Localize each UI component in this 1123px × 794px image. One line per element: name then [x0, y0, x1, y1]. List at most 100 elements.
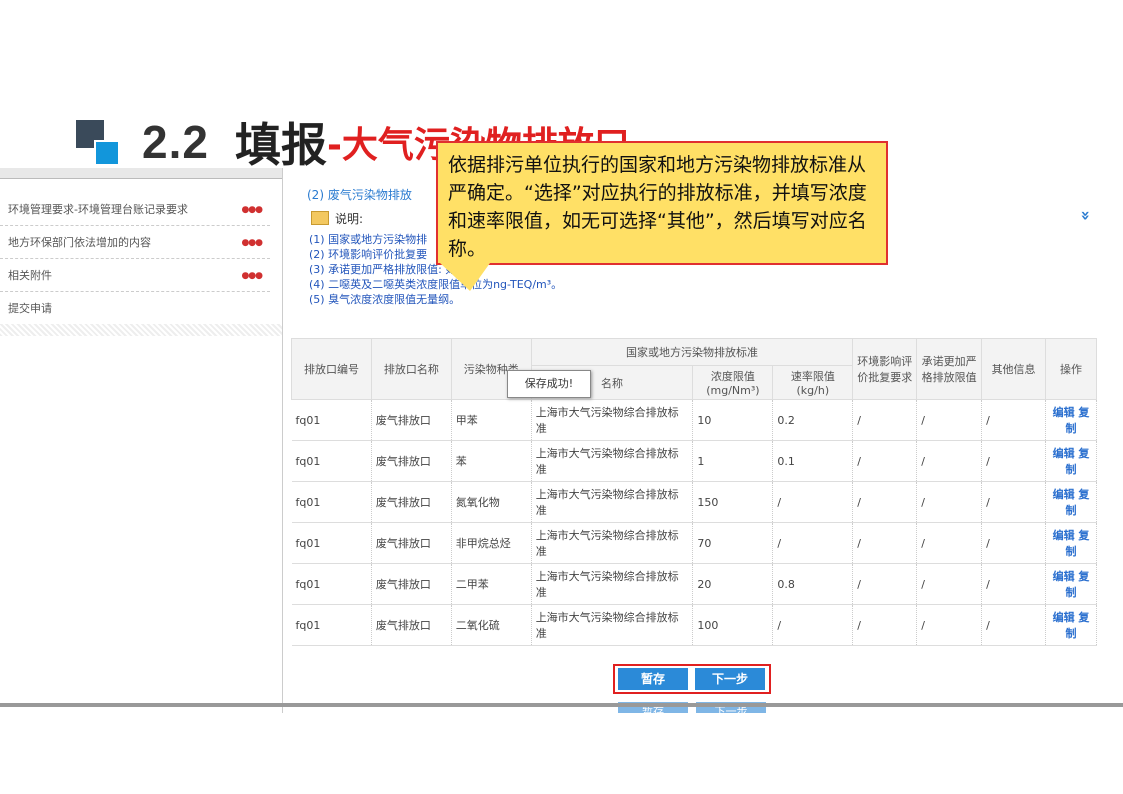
header-rate-limit: 速率限值 (kg/h)	[772, 365, 854, 400]
cell-pollutant: 氮氧化物	[451, 481, 532, 523]
header-standard-group: 国家或地方污染物排放标准	[530, 338, 854, 366]
cell-conc: 20	[692, 563, 774, 605]
expand-dots-icon: ●●●	[241, 271, 263, 281]
cell-outlet-name: 废气排放口	[371, 522, 452, 564]
cell-other: /	[981, 440, 1047, 482]
table-row: fq01 废气排放口 二甲苯 上海市大气污染物综合排放标准 20 0.8// / 编辑 复制	[291, 563, 1097, 605]
save-success-toast: 保存成功!	[507, 370, 591, 398]
cell-outlet-name: 废气排放口	[371, 604, 452, 646]
header-stricter: 承诺更加严格排放限值	[916, 338, 983, 400]
cell-rate: /	[772, 481, 854, 523]
cell-ops[interactable]: 编辑 复制	[1045, 440, 1097, 482]
header-ops: 操作	[1045, 338, 1097, 400]
sidebar-item-label: 相关附件	[8, 269, 52, 282]
sidebar-item-attachments[interactable]: 相关附件 ●●●	[0, 260, 270, 292]
cell-stricter: /	[916, 440, 983, 482]
cell-stricter: /	[916, 399, 983, 441]
sidebar: 环境管理要求-环境管理台账记录要求 ●●● 地方环保部门依法增加的内容 ●●● 相关…	[0, 168, 283, 713]
cell-outlet-name: 废气排放口	[371, 399, 452, 441]
cell-conc: 1	[692, 440, 774, 482]
sidebar-item-local-content[interactable]: 地方环保部门依法增加的内容 ●●●	[0, 227, 270, 259]
cell-ops[interactable]: 编辑 复制	[1045, 522, 1097, 564]
cell-rate: /	[772, 522, 854, 564]
cell-outlet-name: 废气排放口	[371, 563, 452, 605]
sidebar-top-bar	[0, 168, 282, 179]
cell-eia: /	[852, 522, 918, 564]
note-item: (4) 二噁英及二噁英类浓度限值单位为ng-TEQ/m³。	[309, 278, 563, 291]
cell-ops[interactable]: 编辑 复制	[1045, 481, 1097, 523]
cell-eia: /	[852, 563, 918, 605]
sidebar-item-label: 地方环保部门依法增加的内容	[8, 236, 151, 249]
cell-stricter: /	[916, 563, 983, 605]
square-logo-icon	[76, 120, 120, 166]
cell-stricter: /	[916, 604, 983, 646]
cell-standard: 上海市大气污染物综合排放标准	[531, 440, 694, 482]
sidebar-item-label: 环境管理要求-环境管理台账记录要求	[8, 203, 188, 216]
cell-ops[interactable]: 编辑 复制	[1045, 563, 1097, 605]
header-eia: 环境影响评价批复要求	[852, 338, 918, 400]
cell-eia: /	[852, 604, 918, 646]
sidebar-divider	[0, 324, 282, 336]
table-row: fq01 废气排放口 二氧化硫 上海市大气污染物综合排放标准 100// / / 编辑 复制	[291, 604, 1097, 646]
cell-ops[interactable]: 编辑 复制	[1045, 399, 1097, 441]
cell-other: /	[981, 399, 1047, 441]
header-other: 其他信息	[981, 338, 1047, 400]
cell-pollutant: 二甲苯	[451, 563, 532, 605]
cell-rate: 0.1	[772, 440, 854, 482]
slide-heading: 填报	[234, 118, 327, 172]
table-row: fq01 废气排放口 非甲烷总烃 上海市大气污染物综合排放标准 70// / / 编辑 复制	[291, 522, 1097, 564]
note-item: (5) 臭气浓度浓度限值无量纲。	[309, 293, 461, 306]
cell-other: /	[981, 522, 1047, 564]
cell-stricter: /	[916, 522, 983, 564]
cell-outlet-id: fq01	[291, 399, 372, 441]
sidebar-item-label: 提交申请	[8, 302, 52, 315]
cell-outlet-id: fq01	[291, 481, 372, 523]
table-row: fq01 废气排放口 氮氧化物 上海市大气污染物综合排放标准 150// / / 编辑 复制	[291, 481, 1097, 523]
cell-pollutant: 非甲烷总烃	[451, 522, 532, 564]
cell-conc: 100	[692, 604, 774, 646]
collapse-chevron-icon[interactable]: »	[1076, 210, 1095, 220]
cell-standard: 上海市大气污染物综合排放标准	[531, 604, 694, 646]
expand-dots-icon: ●●●	[241, 205, 263, 215]
cell-outlet-name: 废气排放口	[371, 440, 452, 482]
cell-rate: 0.2	[772, 399, 854, 441]
cell-pollutant: 二氧化硫	[451, 604, 532, 646]
instruction-callout: 依据排污单位执行的国家和地方污染物排放标准从严确定。“选择”对应执行的排放标准，…	[436, 141, 888, 265]
cell-standard: 上海市大气污染物综合排放标准	[531, 522, 694, 564]
bottom-divider	[0, 703, 1123, 707]
table-row: fq01 废气排放口苯上海市大气污染物综合排放标准 1 0.1// / 编辑 复制	[291, 440, 1097, 482]
action-buttons-highlight: 暂存 下一步	[613, 664, 771, 694]
cell-eia: /	[852, 399, 918, 441]
cell-other: /	[981, 563, 1047, 605]
cell-outlet-id: fq01	[291, 563, 372, 605]
cell-conc: 150	[692, 481, 774, 523]
next-step-button[interactable]: 下一步	[695, 668, 765, 690]
cell-standard: 上海市大气污染物综合排放标准	[531, 481, 694, 523]
cell-other: /	[981, 481, 1047, 523]
header-outlet-id: 排放口编号	[291, 338, 372, 400]
emission-standards-table: 排放口编号 排放口名称 污染物种类 国家或地方污染物排放标准 环境影响评价批复要…	[291, 338, 1097, 646]
book-icon	[311, 211, 329, 225]
cell-conc: 10	[692, 399, 774, 441]
cell-standard: 上海市大气污染物综合排放标准	[531, 563, 694, 605]
cell-rate: /	[772, 604, 854, 646]
cell-conc: 70	[692, 522, 774, 564]
cell-outlet-name: 废气排放口	[371, 481, 452, 523]
section-title: (2) 废气污染物排放	[307, 188, 412, 202]
cell-stricter: /	[916, 481, 983, 523]
cell-ops[interactable]: 编辑 复制	[1045, 604, 1097, 646]
cell-pollutant: 苯	[451, 440, 532, 482]
cell-outlet-id: fq01	[291, 604, 372, 646]
save-draft-button[interactable]: 暂存	[618, 668, 688, 690]
sidebar-item-submit[interactable]: 提交申请	[0, 293, 270, 325]
callout-pointer	[440, 263, 490, 291]
slide-number: 2.2	[142, 116, 209, 168]
cell-rate: 0.8	[772, 563, 854, 605]
notes-heading: 说明:	[311, 210, 363, 227]
sidebar-item-ledger[interactable]: 环境管理要求-环境管理台账记录要求 ●●●	[0, 194, 270, 226]
table-row: fq01 废气排放口 甲苯 上海市大气污染物综合排放标准 10 0.2// / 编辑 复制	[291, 399, 1097, 441]
cell-other: /	[981, 604, 1047, 646]
header-conc-limit: 浓度限值 (mg/Nm³)	[692, 365, 774, 400]
cell-standard: 上海市大气污染物综合排放标准	[531, 399, 694, 441]
cell-eia: /	[852, 440, 918, 482]
